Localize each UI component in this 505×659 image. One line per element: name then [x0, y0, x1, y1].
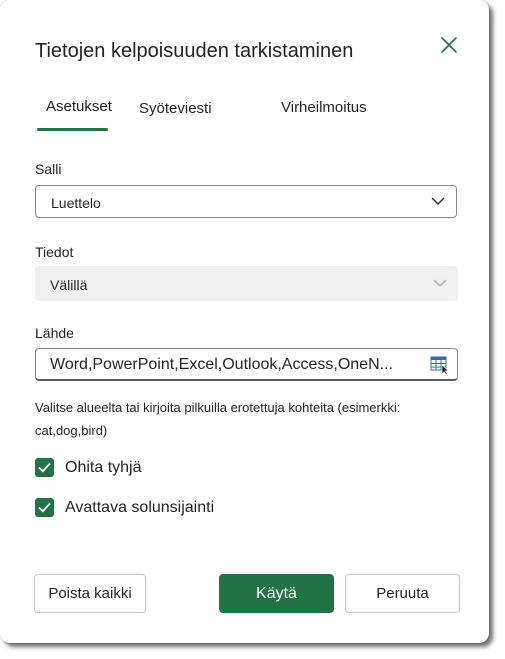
data-selected-value: Välillä: [50, 277, 88, 293]
ignore-blank-label: Ohita tyhjä: [65, 459, 142, 476]
clear-all-button[interactable]: Poista kaikki: [34, 574, 146, 613]
selected-tab-indicator: [37, 128, 108, 131]
allow-selected-value: Luettelo: [51, 195, 101, 211]
ignore-blank-checkbox[interactable]: [35, 458, 54, 477]
tab-error-alert[interactable]: Virheilmoitus: [281, 99, 367, 116]
data-label: Tiedot: [35, 244, 74, 260]
dialog-title: Tietojen kelpoisuuden tarkistaminen: [35, 40, 354, 62]
range-select-icon: [430, 356, 449, 375]
in-cell-dropdown-checkbox[interactable]: [35, 498, 54, 517]
close-button[interactable]: [438, 34, 460, 56]
data-validation-dialog: Tietojen kelpoisuuden tarkistaminen Aset…: [0, 0, 489, 643]
checkmark-icon: [38, 502, 51, 513]
in-cell-dropdown-label: Avattava solunsijainti: [65, 499, 215, 516]
tab-input-message[interactable]: Syöteviesti: [139, 100, 212, 117]
source-input[interactable]: Word,PowerPoint,Excel,Outlook,Access,One…: [35, 348, 458, 381]
source-label: Lähde: [35, 325, 74, 341]
close-icon: [441, 37, 457, 53]
allow-dropdown[interactable]: Luettelo: [35, 185, 457, 218]
cancel-button[interactable]: Peruuta: [345, 574, 460, 613]
source-hint-text: Valitse alueelta tai kirjoita pilkuilla …: [35, 400, 401, 438]
range-select-button[interactable]: [430, 355, 450, 375]
chevron-down-icon: [433, 279, 447, 287]
source-input-value[interactable]: Word,PowerPoint,Excel,Outlook,Access,One…: [50, 356, 400, 374]
tab-settings[interactable]: Asetukset: [46, 98, 112, 115]
allow-label: Salli: [35, 161, 62, 177]
apply-button[interactable]: Käytä: [219, 574, 334, 613]
checkmark-icon: [38, 462, 51, 473]
data-dropdown: Välillä: [35, 266, 458, 301]
chevron-down-icon: [431, 197, 445, 205]
